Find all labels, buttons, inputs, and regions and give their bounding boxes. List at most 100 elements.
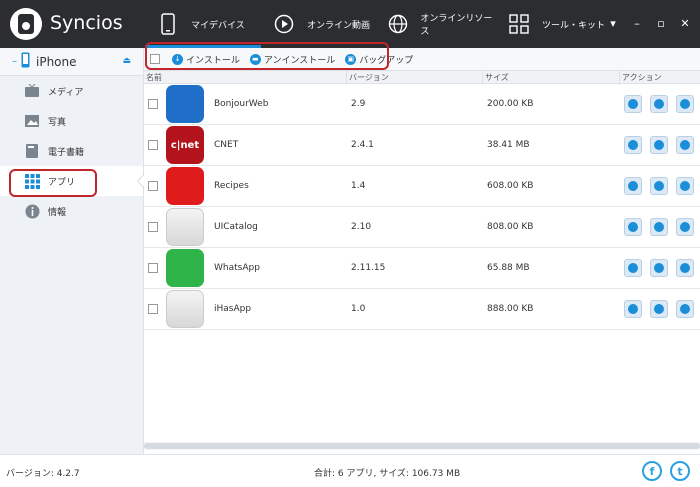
minimize-icon[interactable]: – — [630, 16, 644, 30]
backup-app-icon[interactable] — [650, 259, 668, 277]
cell-version: 2.4.1 — [351, 140, 374, 150]
window-controls: ▾ – ▫ ✕ — [606, 16, 692, 30]
cell-version: 1.4 — [351, 181, 366, 191]
uninstall-app-icon[interactable] — [624, 218, 642, 236]
view-app-icon[interactable] — [676, 136, 694, 154]
uninstall-app-icon[interactable] — [624, 95, 642, 113]
nav-my-device[interactable]: マイデバイス — [145, 0, 261, 48]
view-app-icon[interactable] — [676, 95, 694, 113]
row-checkbox[interactable] — [148, 222, 158, 232]
cell-name: UICatalog — [144, 207, 347, 248]
view-app-icon[interactable] — [676, 259, 694, 277]
app-name: Recipes — [214, 181, 249, 191]
eject-icon[interactable]: ⏏ — [122, 56, 131, 66]
cell-actions — [620, 166, 700, 207]
grid-icon — [506, 11, 532, 37]
version-text: バージョン: 4.2.7 — [6, 469, 80, 479]
uninstall-app-icon[interactable] — [624, 259, 642, 277]
sidebar-item-photos[interactable]: 写真 — [0, 106, 143, 136]
backup-app-icon[interactable] — [650, 136, 668, 154]
globe-icon — [386, 11, 410, 37]
top-navigation: マイデバイス オンライン動画 オンラインリソース ツール・キット — [145, 0, 606, 48]
social-links: f t — [642, 461, 690, 481]
app-icon — [166, 249, 204, 287]
sidebar-item-label: 写真 — [48, 117, 67, 128]
uninstall-app-icon[interactable] — [624, 136, 642, 154]
tv-icon — [24, 83, 40, 99]
backup-app-icon[interactable] — [650, 95, 668, 113]
row-checkbox[interactable] — [148, 181, 158, 191]
cell-version: 2.9 — [351, 99, 366, 109]
backup-app-icon[interactable] — [650, 218, 668, 236]
scroll-thumb[interactable] — [144, 443, 700, 449]
view-app-icon[interactable] — [676, 218, 694, 236]
cell-size: 200.00 KB — [487, 99, 534, 109]
twitter-icon[interactable]: t — [670, 461, 690, 481]
maximize-icon[interactable]: ▫ — [654, 16, 668, 30]
nav-online-video[interactable]: オンライン動画 — [261, 0, 376, 48]
table-header: 名前 バージョン サイズ アクション — [144, 70, 700, 85]
cell-size: 888.00 KB — [487, 304, 534, 314]
sidebar-item-label: 電子書籍 — [48, 147, 85, 158]
table-row[interactable]: c|net CNET 2.4.1 38.41 MB — [144, 125, 700, 166]
facebook-icon[interactable]: f — [642, 461, 662, 481]
cell-actions — [620, 84, 700, 125]
app-icon — [166, 167, 204, 205]
status-bar: バージョン: 4.2.7 合計: 6 アプリ, サイズ: 106.73 MB f… — [0, 454, 700, 487]
table-row[interactable]: Recipes 1.4 608.00 KB — [144, 166, 700, 207]
backup-app-icon[interactable] — [650, 177, 668, 195]
row-checkbox[interactable] — [148, 99, 158, 109]
info-icon — [24, 203, 40, 219]
device-selector[interactable]: – iPhone ⏏ — [0, 48, 143, 76]
uninstall-app-icon[interactable] — [624, 300, 642, 318]
nav-toolkit[interactable]: ツール・キット — [496, 0, 606, 48]
sidebar: – iPhone ⏏ メディア 写真 電子書籍 アプリ 情報 — [0, 48, 144, 454]
app-name: BonjourWeb — [214, 99, 269, 109]
cell-name: BonjourWeb — [144, 84, 347, 125]
table-row[interactable]: WhatsApp 2.11.15 65.88 MB — [144, 248, 700, 289]
cell-version: 2.11.15 — [351, 263, 386, 273]
syncios-logo-icon — [10, 8, 42, 40]
sidebar-item-media[interactable]: メディア — [0, 76, 143, 106]
photo-icon — [24, 113, 40, 129]
table-row[interactable]: UICatalog 2.10 808.00 KB — [144, 207, 700, 248]
cell-name: Recipes — [144, 166, 347, 207]
sidebar-item-ebooks[interactable]: 電子書籍 — [0, 136, 143, 166]
nav-online-resources[interactable]: オンラインリソース — [376, 0, 496, 48]
play-icon — [271, 11, 297, 37]
table-row[interactable]: BonjourWeb 2.9 200.00 KB — [144, 84, 700, 125]
phone-icon — [155, 11, 181, 37]
iphone-icon — [21, 52, 30, 71]
horizontal-scrollbar[interactable] — [144, 442, 700, 450]
apps-highlight-box — [9, 169, 97, 197]
book-icon — [24, 143, 40, 159]
menu-dropdown-icon[interactable]: ▾ — [606, 16, 620, 30]
cell-name: WhatsApp — [144, 248, 347, 289]
nav-label: ツール・キット — [542, 20, 606, 31]
summary-text: 合計: 6 アプリ, サイズ: 106.73 MB — [314, 469, 461, 479]
close-icon[interactable]: ✕ — [678, 16, 692, 30]
sidebar-item-info[interactable]: 情報 — [0, 196, 143, 226]
cell-name: c|net CNET — [144, 125, 347, 166]
sidebar-item-label: 情報 — [48, 207, 67, 218]
device-name: iPhone — [36, 54, 77, 69]
row-checkbox[interactable] — [148, 140, 158, 150]
backup-app-icon[interactable] — [650, 300, 668, 318]
view-app-icon[interactable] — [676, 300, 694, 318]
cell-size: 808.00 KB — [487, 222, 534, 232]
app-list: BonjourWeb 2.9 200.00 KB c|net CNET 2.4.… — [144, 84, 700, 330]
nav-label: オンライン動画 — [307, 20, 371, 31]
row-checkbox[interactable] — [148, 263, 158, 273]
row-checkbox[interactable] — [148, 304, 158, 314]
nav-label: オンラインリソース — [420, 14, 493, 37]
cell-size: 38.41 MB — [487, 140, 530, 150]
cell-size: 608.00 KB — [487, 181, 534, 191]
app-icon: c|net — [166, 126, 204, 164]
cell-name: iHasApp — [144, 289, 347, 330]
app-name: CNET — [214, 140, 239, 150]
collapse-icon[interactable]: – — [12, 56, 17, 67]
app-name: UICatalog — [214, 222, 258, 232]
view-app-icon[interactable] — [676, 177, 694, 195]
uninstall-app-icon[interactable] — [624, 177, 642, 195]
table-row[interactable]: iHasApp 1.0 888.00 KB — [144, 289, 700, 330]
